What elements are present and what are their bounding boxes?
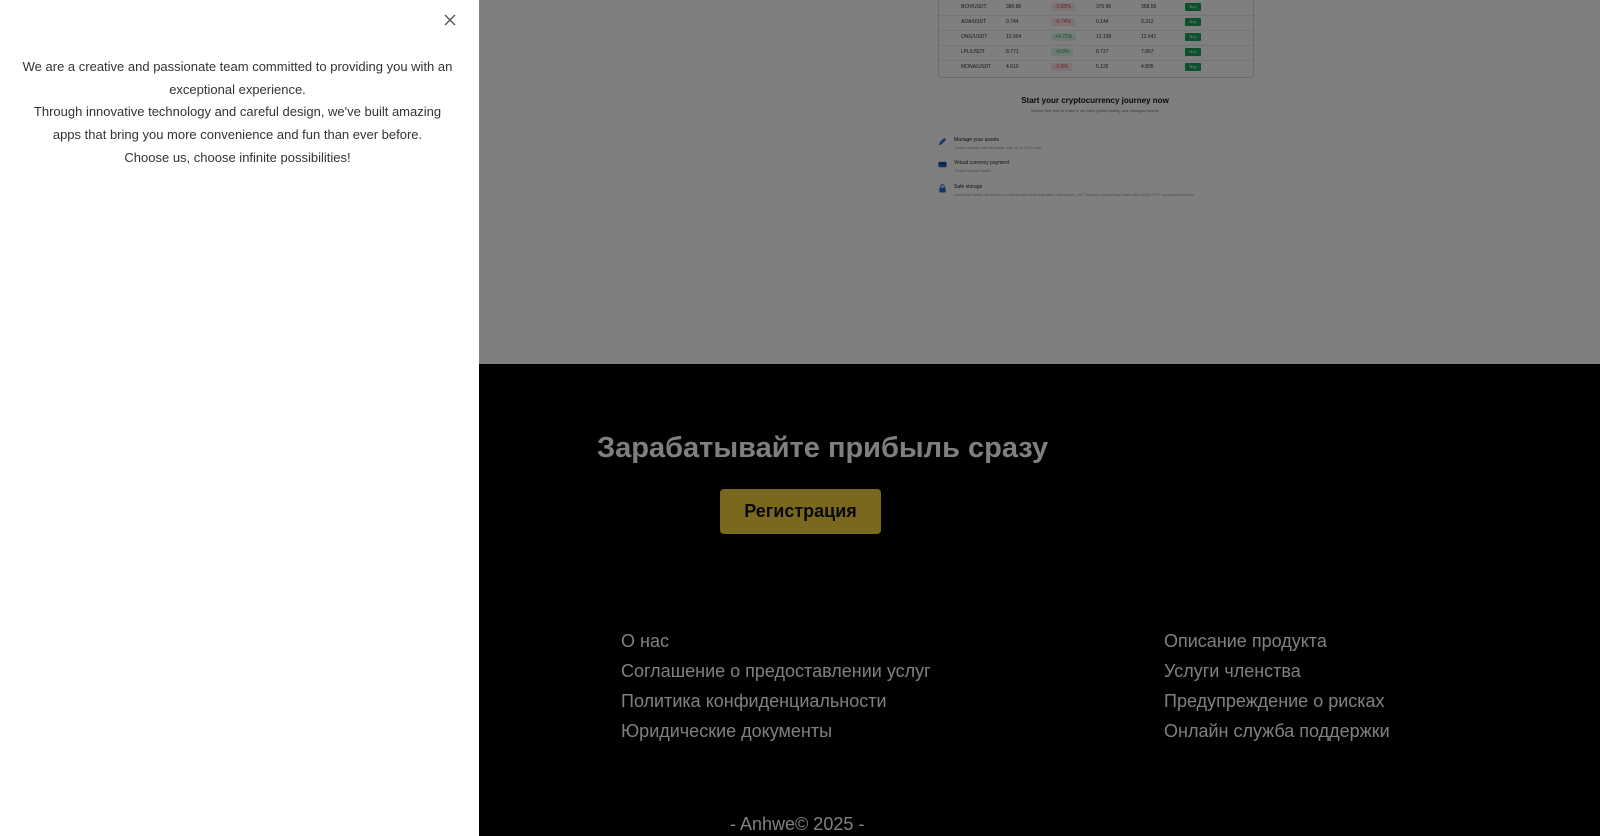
- close-icon: [444, 14, 456, 26]
- about-line: We are a creative and passionate team co…: [22, 59, 453, 97]
- close-button[interactable]: [440, 10, 460, 30]
- about-line: Choose us, choose infinite possibilities…: [124, 149, 351, 165]
- about-text: We are a creative and passionate team co…: [20, 56, 455, 170]
- about-line: Through innovative technology and carefu…: [33, 104, 442, 143]
- about-drawer: We are a creative and passionate team co…: [0, 0, 479, 836]
